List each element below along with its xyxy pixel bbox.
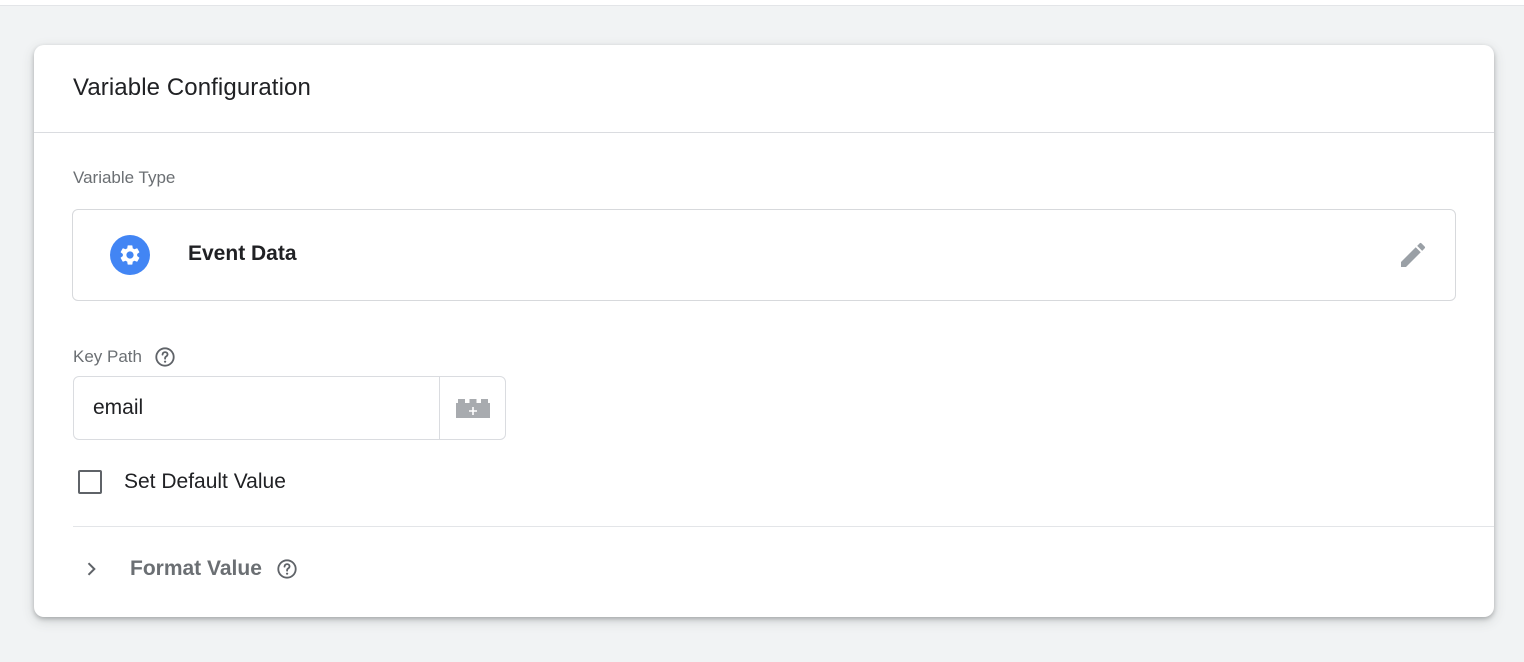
help-icon[interactable] <box>276 558 298 580</box>
variable-type-selector[interactable]: Event Data <box>72 209 1456 301</box>
insert-variable-button[interactable] <box>439 377 505 439</box>
help-icon[interactable] <box>154 346 176 368</box>
card-header: Variable Configuration <box>34 45 1494 133</box>
gear-icon <box>110 235 150 275</box>
variable-configuration-card: Variable Configuration Variable Type Eve… <box>34 45 1494 617</box>
variable-type-label: Variable Type <box>73 168 176 187</box>
variable-type-name: Event Data <box>188 242 297 265</box>
key-path-label-row: Key Path <box>73 345 176 369</box>
format-value-label: Format Value <box>130 557 262 580</box>
section-divider <box>73 526 1494 527</box>
key-path-input[interactable] <box>74 377 439 439</box>
card-title: Variable Configuration <box>73 74 311 101</box>
variable-brick-icon <box>455 399 490 418</box>
set-default-value-checkbox[interactable] <box>78 470 102 494</box>
key-path-label: Key Path <box>73 347 142 366</box>
top-bar-edge <box>0 0 1524 6</box>
format-value-toggle[interactable]: Format Value <box>81 557 298 581</box>
key-path-input-group <box>73 376 506 440</box>
set-default-value-label: Set Default Value <box>124 470 286 493</box>
pencil-icon[interactable] <box>1397 239 1429 271</box>
chevron-right-icon <box>87 562 96 576</box>
set-default-value-option[interactable]: Set Default Value <box>78 470 286 494</box>
